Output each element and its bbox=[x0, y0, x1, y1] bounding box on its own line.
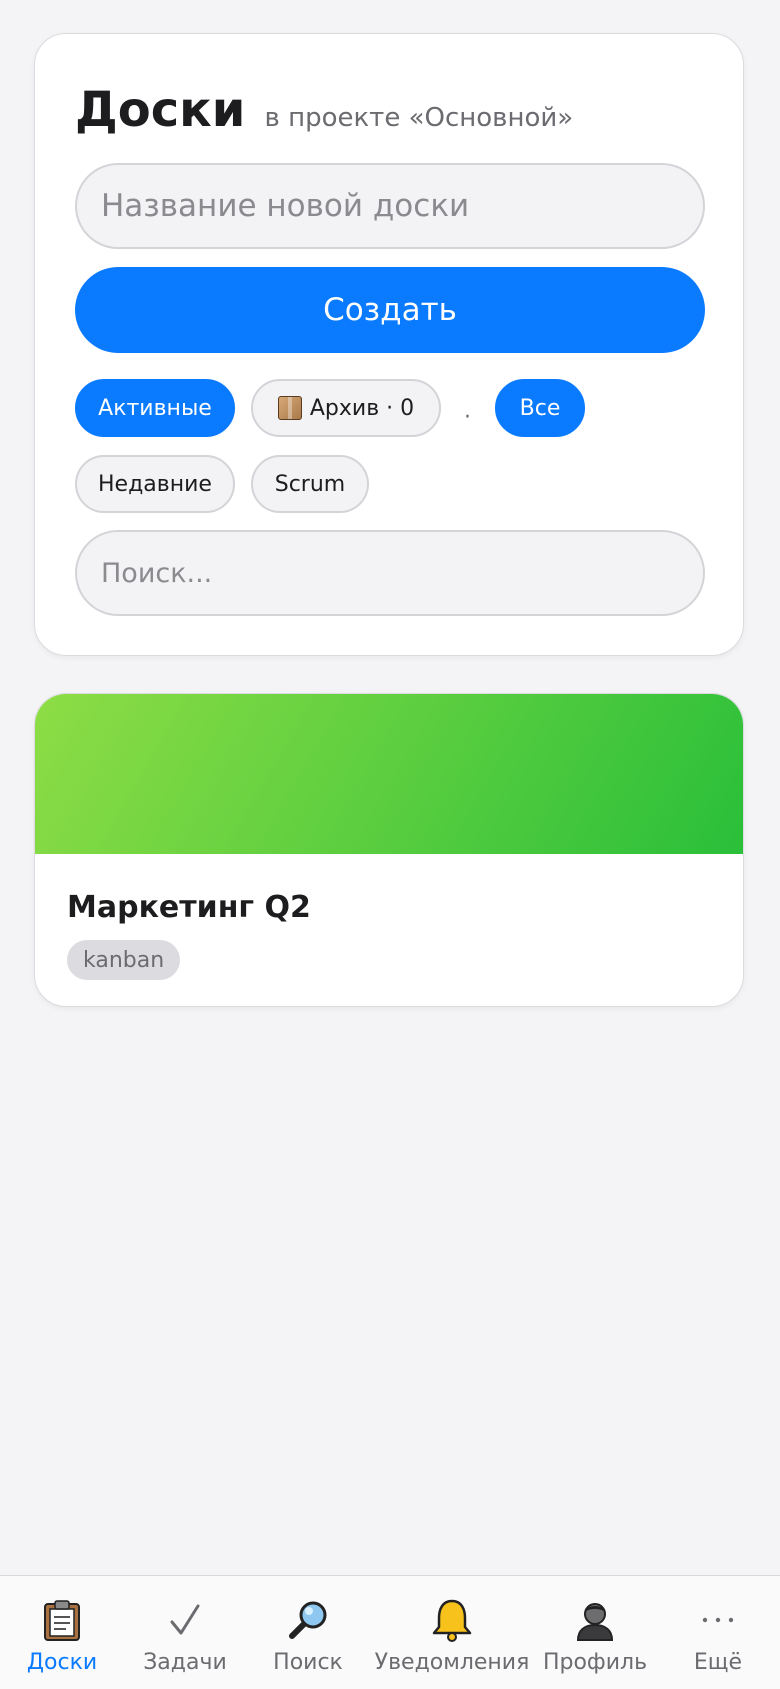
filter-recent-chip[interactable]: Недавние bbox=[75, 455, 235, 513]
page-title: Доски bbox=[75, 82, 246, 138]
page-subtitle: в проекте «Основной» bbox=[264, 103, 574, 133]
tab-tasks-label: Задачи bbox=[143, 1650, 227, 1675]
filter-separator: · bbox=[464, 405, 471, 430]
board-type-badge: kanban bbox=[67, 940, 181, 980]
tab-boards-label: Доски bbox=[26, 1650, 98, 1675]
tab-boards[interactable]: Доски bbox=[16, 1576, 108, 1689]
tab-notifications[interactable]: Уведомления bbox=[374, 1576, 530, 1689]
tab-profile[interactable]: Профиль bbox=[543, 1576, 647, 1689]
magnifier-icon bbox=[286, 1596, 330, 1644]
bell-icon bbox=[431, 1596, 473, 1644]
filter-active-chip[interactable]: Активные bbox=[75, 379, 235, 437]
create-board-button[interactable]: Создать bbox=[75, 267, 705, 353]
more-icon bbox=[700, 1596, 736, 1644]
filter-archive-chip[interactable]: Архив · 0 bbox=[251, 379, 441, 437]
tab-more-label: Ещё bbox=[693, 1650, 743, 1675]
header: Доски в проекте «Основной» bbox=[75, 82, 573, 138]
new-board-name-input[interactable] bbox=[75, 163, 705, 249]
board-cover bbox=[35, 694, 743, 854]
filter-all-chip[interactable]: Все bbox=[495, 379, 585, 437]
board-name: Маркетинг Q2 bbox=[67, 890, 311, 925]
tab-notifications-label: Уведомления bbox=[374, 1650, 530, 1675]
tab-more[interactable]: Ещё bbox=[672, 1576, 764, 1689]
search-input[interactable] bbox=[75, 530, 705, 616]
person-icon bbox=[575, 1596, 615, 1644]
tab-tasks[interactable]: Задачи bbox=[140, 1576, 230, 1689]
tab-search-label: Поиск bbox=[273, 1650, 343, 1675]
tab-profile-label: Профиль bbox=[542, 1650, 648, 1675]
checkmark-icon bbox=[168, 1596, 202, 1644]
tab-search[interactable]: Поиск bbox=[262, 1576, 354, 1689]
filter-scrum-chip[interactable]: Scrum bbox=[251, 455, 369, 513]
clipboard-icon bbox=[42, 1596, 82, 1644]
boards-panel: Доски в проекте «Основной» Создать Актив… bbox=[34, 33, 744, 656]
filter-archive-label: Архив · 0 bbox=[309, 395, 415, 421]
board-card[interactable]: Маркетинг Q2 kanban bbox=[34, 693, 744, 1007]
bottom-tab-bar: Доски Задачи Поиск Уведомления Профиль Е… bbox=[0, 1575, 780, 1689]
package-icon bbox=[277, 396, 302, 420]
